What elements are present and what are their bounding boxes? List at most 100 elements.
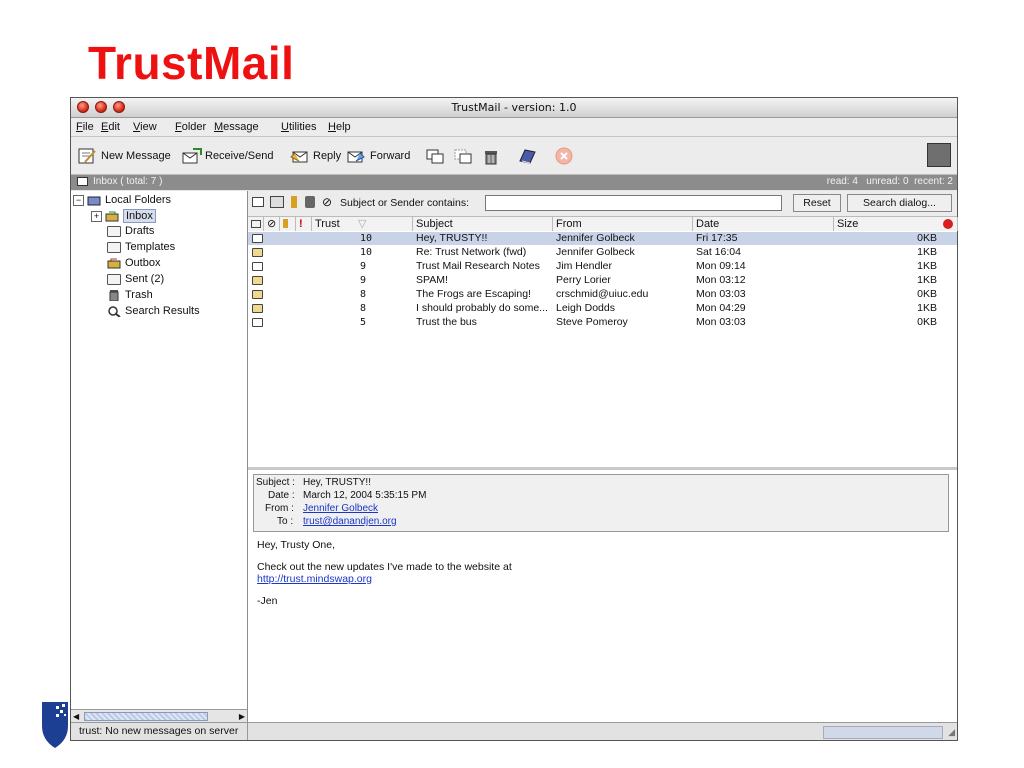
table-row[interactable]: 8 I should probably do some... Leigh Dodds… bbox=[248, 302, 957, 315]
menu-utilities[interactable]: Utilities bbox=[281, 121, 316, 133]
cell-size: 1KB bbox=[917, 302, 937, 314]
collapse-icon[interactable]: − bbox=[73, 194, 84, 206]
table-row[interactable]: 8 The Frogs are Escaping! crschmid@uiuc.ed… bbox=[248, 288, 957, 301]
col-from-header[interactable]: From bbox=[553, 217, 693, 231]
table-row[interactable]: 10 Re: Trust Network (fwd) Jennifer Golbec… bbox=[248, 246, 957, 259]
menu-help[interactable]: Help bbox=[328, 121, 351, 133]
header-from-link[interactable]: Jennifer Golbeck bbox=[303, 503, 378, 514]
cell-date: Mon 03:03 bbox=[696, 288, 746, 300]
activity-indicator bbox=[927, 143, 951, 167]
receive-send-button[interactable]: Receive/Send bbox=[181, 146, 274, 166]
tree-item-outbox[interactable]: Outbox bbox=[107, 257, 160, 269]
menu-folder[interactable]: Folder bbox=[175, 121, 206, 133]
reply-icon bbox=[289, 147, 309, 165]
address-book-button[interactable] bbox=[517, 146, 541, 166]
paperclip-icon: ⊘ bbox=[267, 218, 277, 230]
col-date-header[interactable]: Date bbox=[693, 217, 834, 231]
table-row[interactable]: 5 Trust the bus Steve Pomeroy Mon 03:03 0KB bbox=[248, 316, 957, 329]
col-subject-header[interactable]: Subject bbox=[413, 217, 553, 231]
new-message-button[interactable]: New Message bbox=[77, 146, 171, 166]
outbox-icon bbox=[107, 258, 121, 269]
move-message-button[interactable] bbox=[453, 146, 477, 166]
tree-item-search-results[interactable]: Search Results bbox=[107, 305, 200, 318]
delete-button[interactable] bbox=[481, 146, 505, 166]
status-bar: trust: No new messages on server ◢ bbox=[71, 722, 957, 740]
folder-status-bar: Inbox ( total: 7 ) read: 4 unread: 0 rec… bbox=[71, 175, 957, 190]
trash-can-icon bbox=[481, 147, 501, 165]
cell-date: Mon 03:03 bbox=[696, 316, 746, 328]
col-attachment-header[interactable]: ⊘ bbox=[264, 217, 280, 231]
body-signature: -Jen bbox=[257, 595, 278, 607]
col-priority-header[interactable]: ! bbox=[296, 217, 312, 231]
menu-file[interactable]: File bbox=[76, 121, 94, 133]
flag-filter-icon[interactable] bbox=[291, 196, 297, 208]
cell-date: Fri 17:35 bbox=[696, 232, 738, 244]
current-folder-label: Inbox ( total: 7 ) bbox=[93, 176, 163, 187]
cell-date: Mon 09:14 bbox=[696, 260, 746, 272]
folder-icon bbox=[77, 177, 88, 186]
body-link[interactable]: http://trust.mindswap.org bbox=[257, 573, 372, 585]
envelope-icon bbox=[251, 220, 261, 228]
message-status-icon bbox=[252, 234, 263, 243]
folder-counts: read: 4 unread: 0 recent: 2 bbox=[826, 176, 953, 187]
search-dialog-button[interactable]: Search dialog... bbox=[847, 194, 952, 212]
filter-input[interactable] bbox=[485, 195, 782, 211]
expand-icon[interactable]: + bbox=[91, 210, 102, 222]
cell-size: 0KB bbox=[917, 288, 937, 300]
table-row[interactable]: 9 SPAM! Perry Lorier Mon 03:12 1KB bbox=[248, 274, 957, 287]
trash-filter-icon[interactable] bbox=[305, 196, 315, 208]
progress-bar bbox=[823, 726, 943, 739]
copy-message-button[interactable] bbox=[425, 146, 449, 166]
priority-icon: ! bbox=[299, 218, 303, 230]
message-preview: Subject : Hey, TRUSTY!! Date : March 12,… bbox=[248, 470, 957, 724]
stop-button[interactable] bbox=[554, 146, 578, 166]
scroll-right-arrow-icon[interactable]: ▶ bbox=[239, 712, 245, 721]
col-flag-header[interactable] bbox=[280, 217, 296, 231]
cell-from: Perry Lorier bbox=[556, 274, 611, 286]
cell-subject: The Frogs are Escaping! bbox=[416, 288, 531, 300]
header-date: March 12, 2004 5:35:15 PM bbox=[303, 490, 427, 501]
scroll-thumb[interactable] bbox=[84, 712, 208, 721]
column-menu-icon[interactable] bbox=[943, 219, 953, 229]
menu-message[interactable]: Message bbox=[214, 121, 259, 133]
col-trust-header[interactable]: Trust ▽ bbox=[312, 217, 413, 231]
tree-item-trash[interactable]: Trash bbox=[107, 289, 153, 301]
menu-edit[interactable]: Edit bbox=[101, 121, 120, 133]
window-title: TrustMail - version: 1.0 bbox=[451, 101, 577, 114]
cell-date: Sat 16:04 bbox=[696, 246, 741, 258]
envelope-filter-icon[interactable] bbox=[252, 197, 264, 207]
inbox-icon bbox=[105, 211, 119, 222]
magnifier-icon bbox=[107, 305, 121, 318]
reply-button[interactable]: Reply bbox=[289, 146, 341, 166]
tree-item-sent[interactable]: Sent (2) bbox=[107, 273, 164, 285]
cell-size: 1KB bbox=[917, 274, 937, 286]
resize-grip-icon[interactable]: ◢ bbox=[948, 727, 955, 738]
message-list: ⊘ ! Trust ▽ Subject From Date Size 10 Hey,… bbox=[248, 217, 958, 470]
col-size-header[interactable]: Size bbox=[834, 217, 958, 231]
col-status-header[interactable] bbox=[248, 217, 264, 231]
tree-item-templates[interactable]: Templates bbox=[107, 241, 175, 253]
trustmail-window: TrustMail - version: 1.0 File Edit View … bbox=[70, 97, 958, 741]
cell-subject: Re: Trust Network (fwd) bbox=[416, 246, 527, 258]
table-row[interactable]: 9 Trust Mail Research Notes Jim Hendler Mon… bbox=[248, 260, 957, 273]
header-to-link[interactable]: trust@danandjen.org bbox=[303, 516, 397, 527]
header-subject: Hey, TRUSTY!! bbox=[303, 477, 371, 488]
cell-size: 1KB bbox=[917, 260, 937, 272]
cell-size: 1KB bbox=[917, 246, 937, 258]
cell-date: Mon 04:29 bbox=[696, 302, 746, 314]
table-row[interactable]: 10 Hey, TRUSTY!! Jennifer Golbeck Fri 17:35… bbox=[248, 232, 957, 245]
attachment-filter-icon[interactable] bbox=[270, 196, 284, 208]
reset-button[interactable]: Reset bbox=[793, 194, 841, 212]
status-text: trust: No new messages on server bbox=[79, 725, 239, 737]
paperclip-filter-icon[interactable]: ⊘ bbox=[322, 195, 332, 209]
forward-button[interactable]: Forward bbox=[346, 146, 410, 166]
tree-item-drafts[interactable]: Drafts bbox=[107, 225, 154, 237]
trash-can-icon bbox=[107, 289, 121, 301]
menu-view[interactable]: View bbox=[133, 121, 157, 133]
flag-icon bbox=[283, 219, 288, 228]
message-status-icon bbox=[252, 248, 263, 257]
scroll-left-arrow-icon[interactable]: ◀ bbox=[73, 712, 79, 721]
tree-item-inbox[interactable]: + Inbox bbox=[91, 209, 156, 223]
message-status-icon bbox=[252, 276, 263, 285]
tree-root-local-folders[interactable]: − Local Folders bbox=[73, 194, 171, 206]
